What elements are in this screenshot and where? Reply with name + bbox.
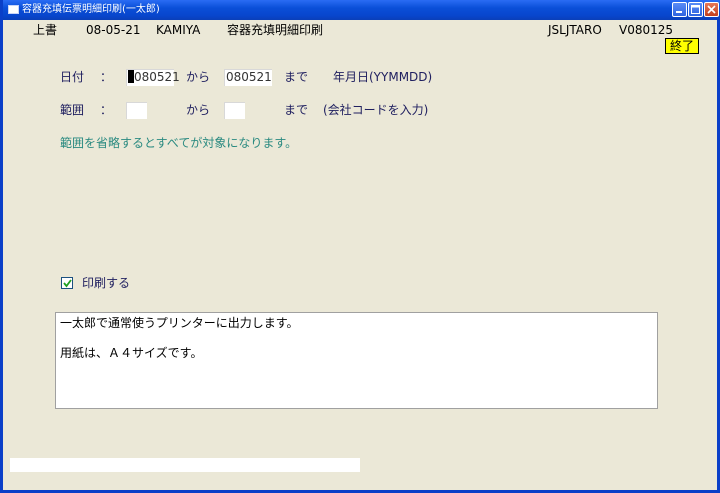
- close-button[interactable]: [704, 2, 719, 17]
- program-id: JSLJTARO: [548, 23, 602, 37]
- range-note: 範囲を省略するとすべてが対象になります。: [60, 136, 298, 150]
- exit-button[interactable]: 終了: [665, 38, 699, 54]
- date-format-hint: 年月日(YYMMDD): [333, 70, 433, 84]
- range-label: 範囲: [60, 103, 85, 117]
- user-name: KAMIYA: [156, 23, 201, 37]
- range-from-suffix: から: [186, 103, 211, 117]
- print-checkbox[interactable]: [61, 277, 73, 289]
- message-line-1: 一太郎で通常使うプリンターに出力します。: [60, 316, 299, 330]
- print-checkbox-label[interactable]: 印刷する: [82, 276, 130, 291]
- maximize-button[interactable]: [688, 2, 703, 17]
- range-to-input[interactable]: [224, 102, 245, 119]
- date-label: 日付: [60, 70, 85, 84]
- mode-indicator: 上書: [33, 23, 58, 37]
- minimize-button[interactable]: [672, 2, 687, 17]
- checkmark-icon: [63, 279, 72, 288]
- range-hint: (会社コードを入力): [323, 103, 429, 117]
- message-area: 一太郎で通常使うプリンターに出力します。 用紙は、Ａ４サイズです。: [55, 312, 658, 409]
- window-title: 容器充填伝票明細印刷(一太郎): [22, 4, 160, 15]
- message-line-2: 用紙は、Ａ４サイズです。: [60, 346, 203, 360]
- date-to-input[interactable]: 080521: [224, 69, 272, 86]
- app-icon: [8, 5, 19, 14]
- version-label: V080125: [619, 23, 674, 37]
- date-colon: ：: [100, 70, 113, 84]
- range-to-suffix: まで: [284, 103, 309, 117]
- close-icon: [707, 5, 716, 14]
- current-date: 08-05-21: [86, 23, 141, 37]
- screen-title: 容器充填明細印刷: [227, 23, 324, 37]
- range-from-input[interactable]: [126, 102, 147, 119]
- date-from-value: 080521: [134, 70, 180, 84]
- date-from-input[interactable]: 080521: [126, 69, 180, 86]
- date-from-suffix: から: [186, 70, 211, 84]
- range-colon: ：: [100, 103, 113, 117]
- title-bar[interactable]: 容器充填伝票明細印刷(一太郎): [3, 0, 720, 20]
- minimize-icon: [676, 11, 682, 13]
- date-to-suffix: まで: [284, 70, 309, 84]
- maximize-icon: [691, 5, 700, 14]
- status-bar: [10, 458, 360, 472]
